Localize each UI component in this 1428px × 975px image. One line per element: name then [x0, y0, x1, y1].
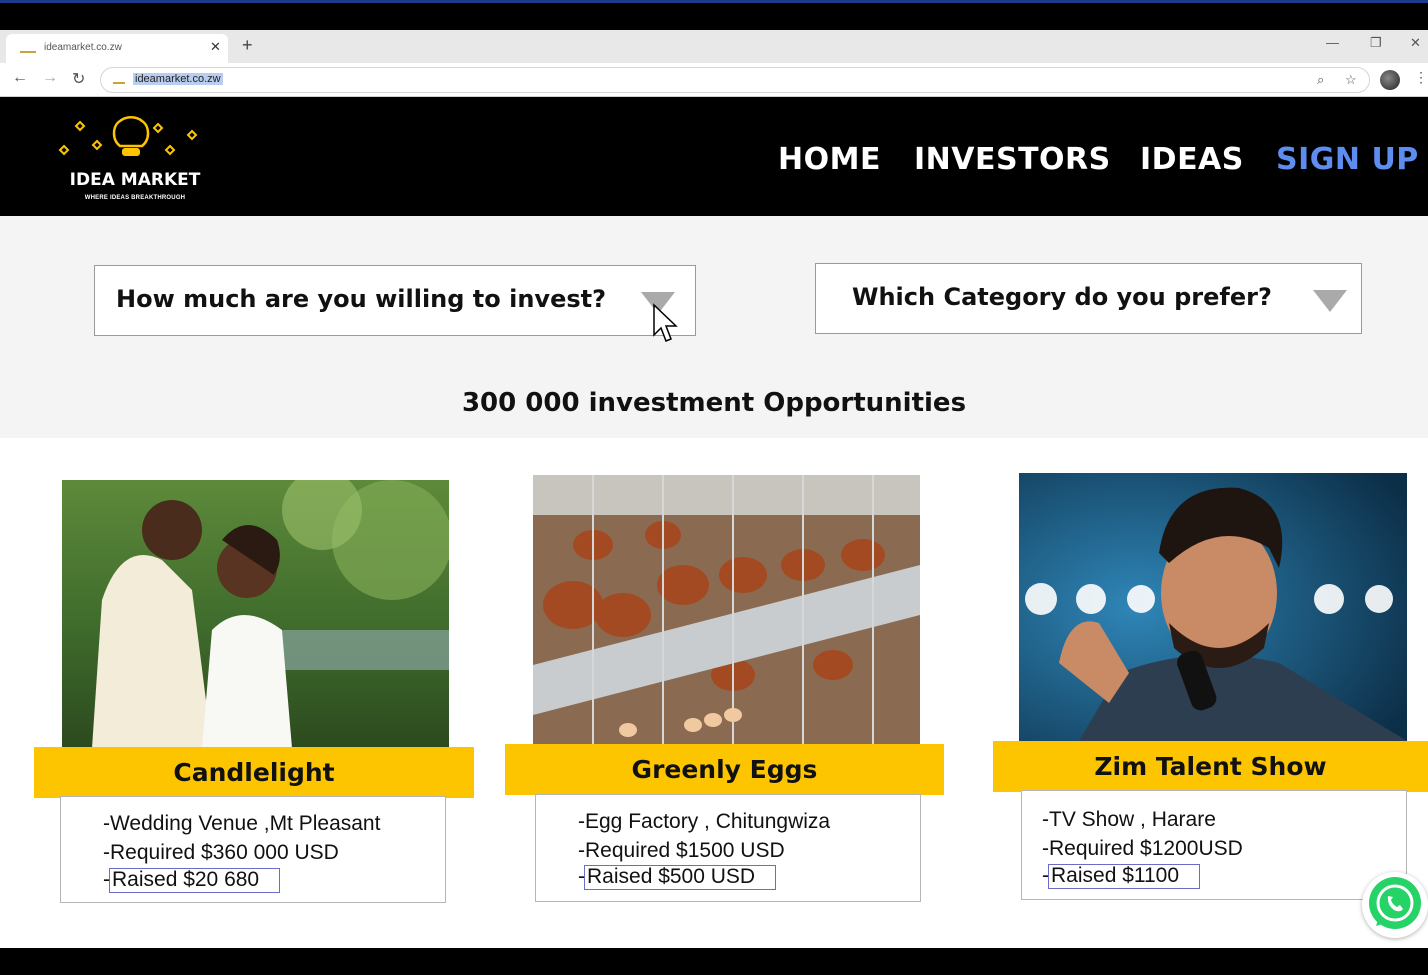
chevron-down-icon[interactable]: [1313, 290, 1347, 312]
wedding-couple-photo: [62, 480, 449, 748]
nav-sign-up[interactable]: SIGN UP: [1276, 142, 1419, 177]
logo-title: IDEA MARKET: [69, 170, 201, 190]
invest-amount-label: How much are you willing to invest?: [116, 285, 607, 313]
browser-address-row: ← → ↻ ideamarket.co.zw ⌕ ☆ ⋮: [0, 63, 1428, 97]
reload-icon[interactable]: ↻: [72, 69, 85, 89]
card-required: -Required $360 000 USD: [103, 841, 339, 864]
category-label: Which Category do you prefer?: [852, 283, 1272, 311]
nav-investors[interactable]: INVESTORS: [914, 142, 1111, 177]
card-image-eggs[interactable]: [533, 475, 920, 745]
zoom-icon[interactable]: ⌕: [1317, 72, 1324, 88]
chicken-coop-photo: [533, 475, 920, 745]
forward-icon[interactable]: →: [42, 69, 58, 87]
card-raised: Raised $1100: [1042, 864, 1201, 889]
category-dropdown[interactable]: Which Category do you prefer?: [815, 263, 1362, 334]
minimize-icon[interactable]: —: [1326, 35, 1339, 50]
whatsapp-icon: [1369, 877, 1421, 929]
filter-section: How much are you willing to invest? Whic…: [0, 216, 1428, 438]
card-raised: Raised $500 USD: [578, 865, 777, 890]
site-info-icon[interactable]: [113, 76, 125, 84]
bookmark-star-icon[interactable]: ☆: [1345, 72, 1357, 88]
screen-bottom-bar: [0, 948, 1428, 975]
nav-ideas[interactable]: IDEAS: [1140, 142, 1244, 177]
card-image-wedding[interactable]: [62, 480, 449, 748]
logo[interactable]: IDEA MARKET WHERE IDEAS BREAKTHROUGH: [50, 108, 220, 208]
card-image-talent-show[interactable]: [1019, 473, 1407, 741]
restore-icon[interactable]: ❐: [1370, 35, 1382, 51]
site-header: IDEA MARKET WHERE IDEAS BREAKTHROUGH HOM…: [0, 98, 1428, 216]
card-required: -Required $1500 USD: [578, 839, 785, 862]
logo-tagline: WHERE IDEAS BREAKTHROUGH: [84, 195, 186, 201]
back-icon[interactable]: ←: [12, 69, 28, 87]
browser-tab[interactable]: ideamarket.co.zw ✕: [6, 34, 228, 63]
singer-photo: [1019, 473, 1407, 741]
card-raised: Raised $20 680: [103, 868, 281, 893]
invest-amount-dropdown[interactable]: How much are you willing to invest?: [94, 265, 696, 336]
tab-close-icon[interactable]: ✕: [210, 39, 221, 55]
mouse-cursor-icon: [653, 303, 678, 342]
card-details-greenly-eggs: -Egg Factory , Chitungwiza -Required $15…: [535, 794, 921, 902]
browser-menu-icon[interactable]: ⋮: [1414, 69, 1428, 86]
whatsapp-chat-button[interactable]: [1362, 872, 1428, 938]
browser-tab-bar: ideamarket.co.zw ✕ + — ❐ ✕: [0, 30, 1428, 63]
card-title-zim-talent-show[interactable]: Zim Talent Show: [993, 741, 1428, 792]
card-details-candlelight: -Wedding Venue ,Mt Pleasant -Required $3…: [60, 796, 446, 903]
screen-top-bar: [0, 0, 1428, 30]
address-bar[interactable]: ideamarket.co.zw ⌕ ☆: [100, 67, 1370, 93]
card-location: -Wedding Venue ,Mt Pleasant: [103, 812, 381, 835]
card-location: -Egg Factory , Chitungwiza: [578, 810, 831, 833]
nav-home[interactable]: HOME: [778, 142, 881, 177]
card-location: -TV Show , Harare: [1042, 808, 1216, 831]
tab-favicon-icon: [20, 43, 36, 53]
url-text[interactable]: ideamarket.co.zw: [133, 73, 223, 85]
tab-title: ideamarket.co.zw: [44, 42, 122, 53]
opportunities-heading: 300 000 investment Opportunities: [461, 388, 967, 418]
card-required: -Required $1200USD: [1042, 837, 1243, 860]
card-title-greenly-eggs[interactable]: Greenly Eggs: [505, 744, 944, 795]
card-title-candlelight[interactable]: Candlelight: [34, 747, 474, 798]
lightbulb-logo-icon: [58, 116, 198, 156]
new-tab-icon[interactable]: +: [242, 35, 253, 56]
card-details-zim-talent-show: -TV Show , Harare -Required $1200USD Rai…: [1021, 790, 1407, 900]
window-close-icon[interactable]: ✕: [1410, 35, 1421, 51]
profile-avatar[interactable]: [1380, 70, 1400, 90]
